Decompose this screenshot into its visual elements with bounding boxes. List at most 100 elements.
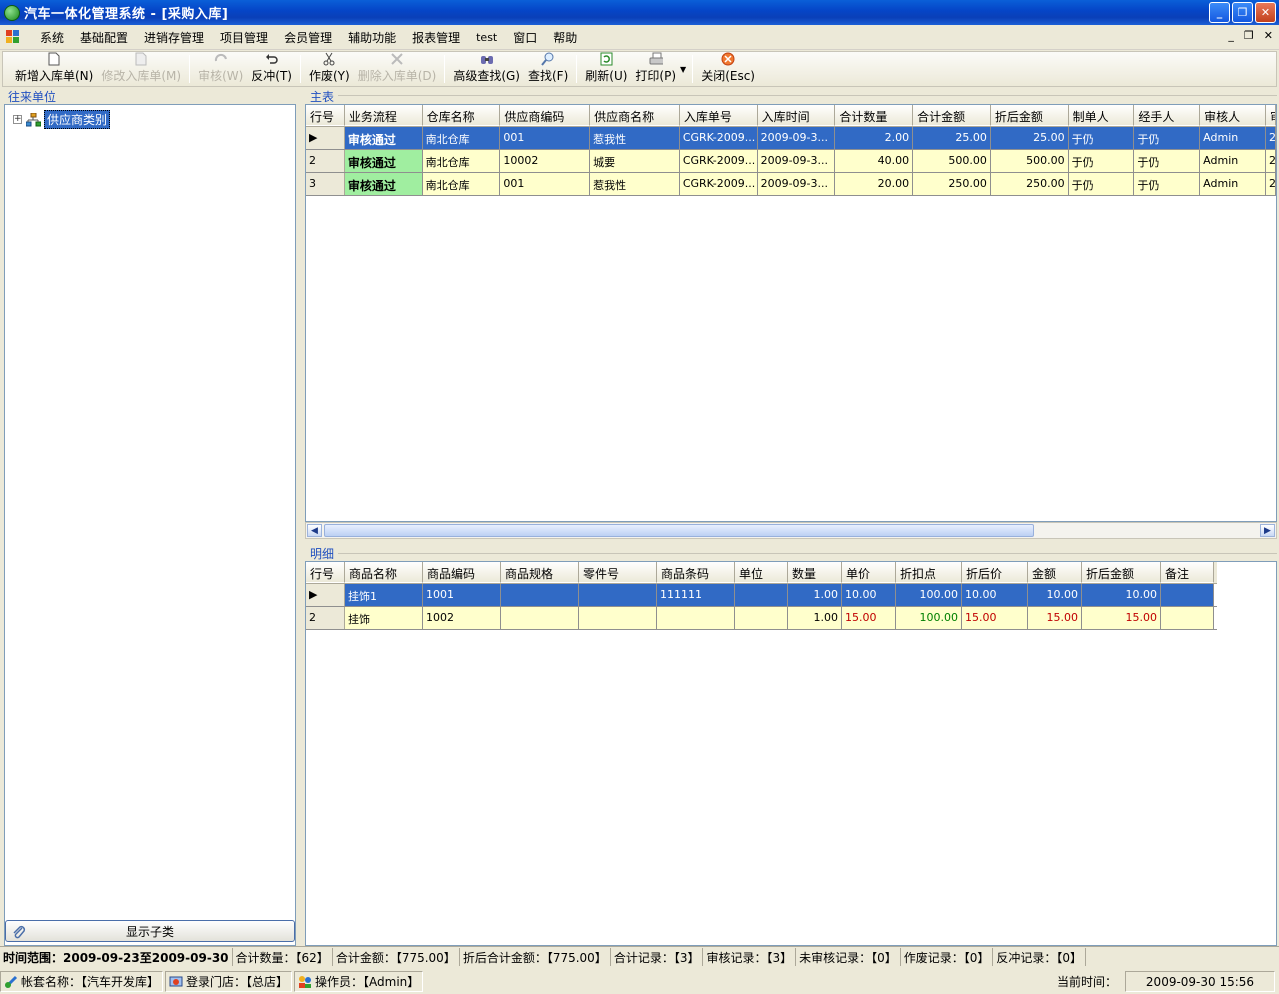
amount-cell[interactable]: 250.00 — [913, 173, 991, 195]
table-row[interactable]: 2 审核通过 南北仓库 10002 城要 CGRK-2009... 2009-0… — [306, 150, 1276, 173]
spec-cell[interactable] — [501, 584, 579, 606]
auditor-cell[interactable]: Admin — [1200, 173, 1266, 195]
supplier-code-cell[interactable]: 001 — [500, 173, 591, 195]
col-header[interactable]: 折后金额 — [1082, 562, 1161, 583]
col-header[interactable]: 制单人 — [1068, 105, 1135, 126]
col-header[interactable]: 商品规格 — [501, 562, 579, 583]
menu-inventory[interactable]: 进销存管理 — [136, 29, 212, 46]
qty-cell[interactable]: 1.00 — [788, 584, 842, 606]
tree-node-root[interactable]: + 供应商类别 — [13, 110, 111, 129]
amount-cell[interactable]: 25.00 — [913, 127, 991, 149]
mdi-restore-button[interactable]: ❐ — [1244, 29, 1254, 42]
barcode-cell[interactable]: 111111 — [657, 584, 735, 606]
qty-cell[interactable]: 20.00 — [835, 173, 914, 195]
discount-amount-cell[interactable]: 15.00 — [1082, 607, 1161, 629]
extra-cell[interactable]: 2 — [1265, 173, 1276, 195]
tree-node-label[interactable]: 供应商类别 — [44, 110, 111, 129]
table-row[interactable]: ▶ 审核通过 南北仓库 001 惹我性 CGRK-2009... 2009-09… — [306, 127, 1276, 150]
discount-cell[interactable]: 100.00 — [896, 584, 962, 606]
unit-cell[interactable] — [735, 584, 788, 606]
close-button[interactable]: 关闭(Esc) — [697, 51, 759, 86]
search-button[interactable]: 查找(F) — [524, 51, 572, 86]
col-header[interactable]: 折后金额 — [990, 105, 1069, 126]
note-cell[interactable] — [1161, 607, 1214, 629]
discount-amount-cell[interactable]: 500.00 — [990, 150, 1069, 172]
menu-reports[interactable]: 报表管理 — [404, 29, 468, 46]
mdi-minimize-button[interactable]: _ — [1228, 29, 1234, 42]
table-row[interactable]: 2 挂饰 1002 1.00 15.00 100.00 15.00 15.00 … — [306, 607, 1217, 630]
discount-amount-cell[interactable]: 250.00 — [990, 173, 1069, 195]
col-header[interactable]: 单价 — [842, 562, 896, 583]
part-no-cell[interactable] — [579, 584, 657, 606]
part-no-cell[interactable] — [579, 607, 657, 629]
col-header[interactable]: 折后价 — [962, 562, 1028, 583]
col-header[interactable]: 入库单号 — [679, 105, 758, 126]
discount-cell[interactable]: 100.00 — [896, 607, 962, 629]
qty-cell[interactable]: 40.00 — [835, 150, 914, 172]
creator-cell[interactable]: 于仍 — [1068, 173, 1135, 195]
order-no-cell[interactable]: CGRK-2009... — [679, 150, 758, 172]
col-header[interactable]: 行号 — [306, 105, 345, 126]
creator-cell[interactable]: 于仍 — [1068, 127, 1135, 149]
extra-cell[interactable]: 2 — [1265, 150, 1276, 172]
price-cell[interactable]: 15.00 — [842, 607, 896, 629]
menu-auxiliary[interactable]: 辅助功能 — [340, 29, 404, 46]
order-no-cell[interactable]: CGRK-2009... — [679, 173, 758, 195]
print-dropdown[interactable]: ▼ — [680, 65, 688, 86]
creator-cell[interactable]: 于仍 — [1068, 150, 1135, 172]
barcode-cell[interactable] — [657, 607, 735, 629]
handler-cell[interactable]: 于仍 — [1134, 127, 1201, 149]
handler-cell[interactable]: 于仍 — [1134, 173, 1201, 195]
col-header[interactable]: 单位 — [735, 562, 788, 583]
warehouse-cell[interactable]: 南北仓库 — [422, 127, 501, 149]
menu-system[interactable]: 系统 — [32, 29, 72, 46]
col-header[interactable]: 商品条码 — [657, 562, 735, 583]
delete-receipt-button[interactable]: 删除入库单(D) — [354, 51, 441, 86]
col-header[interactable]: 商品名称 — [345, 562, 423, 583]
table-row[interactable]: ▶ 挂饰1 1001 111111 1.00 10.00 100.00 10.0… — [306, 584, 1217, 607]
handler-cell[interactable]: 于仍 — [1134, 150, 1201, 172]
col-header[interactable]: 仓库名称 — [422, 105, 501, 126]
scroll-right-icon[interactable]: ▶ — [1260, 524, 1275, 537]
status-cell[interactable]: 审核通过 — [344, 173, 423, 195]
table-row[interactable]: 3 审核通过 南北仓库 001 惹我性 CGRK-2009... 2009-09… — [306, 173, 1276, 196]
col-header[interactable]: 审 — [1265, 105, 1276, 126]
supplier-code-cell[interactable]: 001 — [500, 127, 591, 149]
vertical-splitter[interactable] — [298, 88, 303, 946]
col-header[interactable]: 零件号 — [579, 562, 657, 583]
discount-price-cell[interactable]: 10.00 — [962, 584, 1028, 606]
supplier-code-cell[interactable]: 10002 — [500, 150, 591, 172]
restore-button[interactable]: ❐ — [1232, 2, 1253, 23]
amount-cell[interactable]: 500.00 — [913, 150, 991, 172]
time-cell[interactable]: 2009-09-3... — [757, 173, 836, 195]
reversal-button[interactable]: 反冲(T) — [247, 51, 296, 86]
col-header[interactable]: 业务流程 — [344, 105, 423, 126]
product-name-cell[interactable]: 挂饰1 — [345, 584, 423, 606]
extra-cell[interactable]: 2 — [1265, 127, 1276, 149]
order-no-cell[interactable]: CGRK-2009... — [679, 127, 758, 149]
status-cell[interactable]: 审核通过 — [344, 127, 423, 149]
void-button[interactable]: 作废(Y) — [305, 51, 354, 86]
advanced-search-button[interactable]: 高级查找(G) — [449, 51, 524, 86]
minimize-button[interactable]: _ — [1209, 2, 1230, 23]
spec-cell[interactable] — [501, 607, 579, 629]
col-header[interactable]: 经手人 — [1134, 105, 1201, 126]
menu-window[interactable]: 窗口 — [505, 29, 545, 46]
col-header[interactable]: 合计金额 — [913, 105, 991, 126]
time-cell[interactable]: 2009-09-3... — [757, 127, 836, 149]
col-header[interactable]: 金额 — [1028, 562, 1082, 583]
col-header[interactable]: 供应商名称 — [590, 105, 680, 126]
expand-icon[interactable]: + — [13, 115, 22, 124]
warehouse-cell[interactable]: 南北仓库 — [422, 173, 501, 195]
scroll-left-icon[interactable]: ◀ — [307, 524, 322, 537]
warehouse-cell[interactable]: 南北仓库 — [422, 150, 501, 172]
discount-amount-cell[interactable]: 10.00 — [1082, 584, 1161, 606]
col-header[interactable]: 商品编码 — [423, 562, 501, 583]
col-header[interactable]: 合计数量 — [835, 105, 914, 126]
product-code-cell[interactable]: 1001 — [423, 584, 501, 606]
status-cell[interactable]: 审核通过 — [344, 150, 423, 172]
close-window-button[interactable]: ✕ — [1255, 2, 1276, 23]
col-header[interactable]: 数量 — [788, 562, 842, 583]
col-header[interactable]: 供应商编码 — [500, 105, 591, 126]
mdi-child-icon[interactable] — [6, 30, 20, 44]
